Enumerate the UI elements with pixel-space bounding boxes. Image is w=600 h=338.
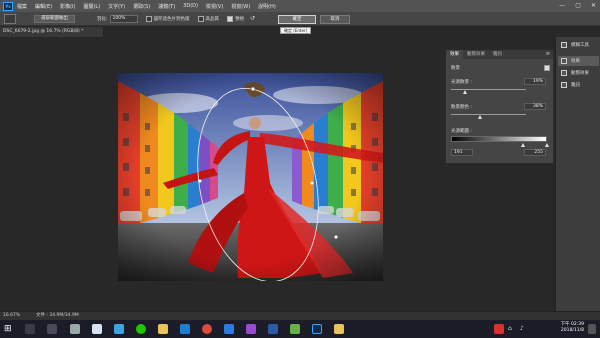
- menu-bar: Ps 檔案 編輯(E) 影像(I) 圖層(L) 文字(Y) 選取(S) 濾鏡(T…: [0, 0, 600, 12]
- feather-input[interactable]: 100%: [109, 14, 138, 23]
- mail-icon[interactable]: [92, 324, 102, 334]
- light-range-low-thumb[interactable]: [521, 143, 525, 147]
- window-controls: — ▢ ✕: [559, 2, 596, 9]
- light-bokeh-slider-thumb[interactable]: [463, 90, 468, 94]
- photo-canvas[interactable]: [118, 73, 383, 281]
- range-high-input[interactable]: 255: [524, 149, 546, 156]
- options-bar: 選取範圍輸出 羽化: 100% 儲存遮色片到色版 高品質 預視 ↺ 確定 取消: [0, 12, 600, 26]
- bokeh-color-slider[interactable]: [451, 114, 526, 115]
- file-explorer-icon[interactable]: [158, 324, 168, 334]
- light-range-gradient[interactable]: [451, 136, 547, 142]
- reset-icon[interactable]: ↺: [250, 15, 255, 22]
- minimize-icon[interactable]: —: [559, 2, 565, 9]
- dock-blur-tools[interactable]: 模糊工具: [558, 40, 599, 50]
- high-quality-checkbox[interactable]: [197, 15, 204, 22]
- close-icon[interactable]: ✕: [591, 2, 596, 9]
- menu-view[interactable]: 檢視(V): [206, 3, 223, 10]
- bokeh-label: 散景: [451, 66, 460, 71]
- zoom-level[interactable]: 16.67%: [3, 312, 20, 320]
- clock-date: 2018/11/8: [560, 328, 584, 333]
- app-icon[interactable]: [246, 324, 256, 334]
- light-range-label: 光源範圍 :: [451, 129, 472, 134]
- ok-button[interactable]: 確定: [278, 15, 316, 24]
- task-view-icon[interactable]: [47, 324, 57, 334]
- maximize-icon[interactable]: ▢: [575, 2, 581, 9]
- menu-help[interactable]: 說明(H): [258, 3, 276, 10]
- tab-noise[interactable]: 雜訊: [489, 50, 506, 59]
- range-low-input[interactable]: 191: [451, 149, 473, 156]
- dock-noise[interactable]: 雜訊: [558, 80, 599, 90]
- tray-app-icon[interactable]: [494, 324, 504, 334]
- dock-motion-effects[interactable]: 動態效果: [558, 68, 599, 78]
- edge-icon[interactable]: [180, 324, 190, 334]
- taskbar: ⊞ ⌂ ♪ 下午 02:39 2018/11/8: [0, 320, 600, 338]
- bokeh-color-slider-thumb[interactable]: [477, 115, 482, 119]
- light-bokeh-slider[interactable]: [451, 89, 526, 90]
- blur-tool-icon[interactable]: [4, 13, 16, 24]
- bokeh-color-label: 散景顏色 :: [451, 105, 472, 110]
- line-icon[interactable]: [136, 324, 146, 334]
- feather-label: 羽化:: [97, 16, 108, 22]
- word-icon[interactable]: [268, 324, 278, 334]
- panel-dock: 模糊工具 效果 動態效果 雜訊: [555, 37, 600, 311]
- menu-file[interactable]: 檔案: [17, 3, 27, 10]
- motion-effects-icon: [561, 70, 567, 76]
- light-range-high-thumb[interactable]: [545, 143, 549, 147]
- chrome-icon[interactable]: [202, 324, 212, 334]
- save-mask-checkbox[interactable]: [145, 15, 152, 22]
- volume-icon[interactable]: ♪: [520, 324, 530, 334]
- menu-filter[interactable]: 濾鏡(T): [158, 3, 175, 10]
- panel-tabs: 效果 動態效果 雜訊 ≡: [446, 50, 553, 59]
- cancel-button[interactable]: 取消: [320, 15, 350, 24]
- network-icon[interactable]: ⌂: [508, 324, 518, 334]
- menu-3d[interactable]: 3D(D): [183, 3, 198, 9]
- blur-effects-panel: 效果 動態效果 雜訊 ≡ 散景 光源散景 : 19% 散景顏色 : 38% 光源…: [445, 49, 554, 164]
- dock-motion-effects-label: 動態效果: [571, 71, 589, 76]
- photoshop-logo[interactable]: Ps: [3, 1, 13, 11]
- app2-icon[interactable]: [290, 324, 300, 334]
- tab-motion-effects[interactable]: 動態效果: [463, 50, 489, 59]
- document-tab[interactable]: DSC_6679-2.jpg @ 16.7% (RGB/8) *: [0, 27, 104, 37]
- high-quality-label: 高品質: [205, 16, 220, 22]
- panel-menu-icon[interactable]: ≡: [546, 51, 550, 57]
- preview-checkbox[interactable]: [227, 15, 234, 22]
- noise-icon: [561, 82, 567, 88]
- select-focus-button[interactable]: 選取範圍輸出: [34, 14, 75, 23]
- bokeh-color-value[interactable]: 38%: [524, 103, 546, 110]
- menu-select[interactable]: 選取(S): [133, 3, 150, 10]
- folder-icon[interactable]: [334, 324, 344, 334]
- photos-icon[interactable]: [70, 324, 80, 334]
- taskbar-clock[interactable]: 下午 02:39 2018/11/8: [561, 322, 584, 334]
- light-bokeh-label: 光源散景 :: [451, 80, 472, 85]
- save-mask-label: 儲存遮色片到色版: [153, 16, 190, 22]
- dock-effects[interactable]: 效果: [558, 56, 599, 66]
- blur-tools-icon: [561, 42, 567, 48]
- dock-effects-label: 效果: [571, 59, 580, 64]
- menu-image[interactable]: 影像(I): [60, 3, 75, 10]
- document-size: 文件 : 34.9M/34.9M: [36, 313, 79, 318]
- effects-icon: [561, 58, 567, 64]
- notification-icon[interactable]: [588, 324, 596, 334]
- onedrive-icon[interactable]: [224, 324, 234, 334]
- store-icon[interactable]: [114, 324, 124, 334]
- dock-blur-tools-label: 模糊工具: [571, 43, 589, 48]
- light-bokeh-value[interactable]: 19%: [524, 78, 546, 85]
- preview-label: 預視: [235, 16, 245, 22]
- dock-noise-label: 雜訊: [571, 83, 580, 88]
- menu-window[interactable]: 視窗(W): [231, 3, 250, 10]
- bokeh-checkbox[interactable]: [544, 65, 550, 71]
- tab-effects[interactable]: 效果: [446, 50, 463, 59]
- ok-tooltip: 確定 (Enter): [280, 27, 312, 34]
- menu-type[interactable]: 文字(Y): [108, 3, 125, 10]
- search-icon[interactable]: [25, 324, 35, 334]
- photoshop-taskbar-icon[interactable]: [312, 324, 322, 334]
- photo-image: [118, 73, 383, 281]
- menu-layer[interactable]: 圖層(L): [83, 3, 100, 10]
- windows-start-icon[interactable]: ⊞: [4, 324, 14, 334]
- status-bar: 16.67% 文件 : 34.9M/34.9M: [0, 311, 600, 320]
- menu-edit[interactable]: 編輯(E): [35, 3, 52, 10]
